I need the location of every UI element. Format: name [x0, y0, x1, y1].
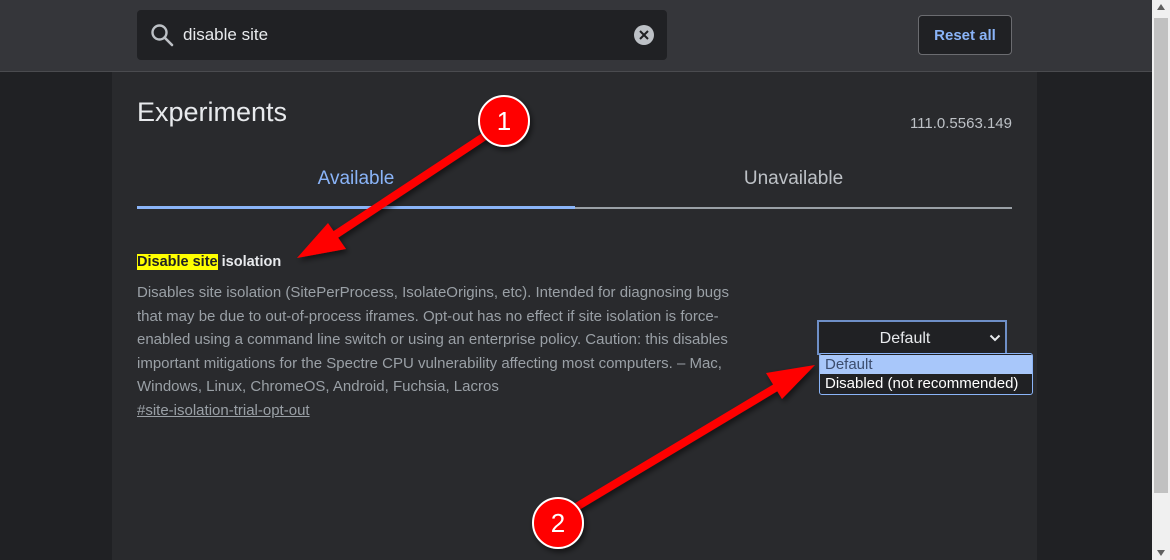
select-options-list: Default Disabled (not recommended): [819, 353, 1033, 395]
search-match-highlight: Disable site: [137, 254, 218, 270]
tab-divider: [575, 207, 1012, 209]
search-icon: [151, 24, 174, 47]
scroll-up-icon[interactable]: [1156, 3, 1166, 11]
tab-available[interactable]: Available: [137, 168, 575, 208]
page-title: Experiments: [137, 97, 288, 127]
scrollbar[interactable]: [1152, 0, 1170, 560]
experiment-name-rest: isolation: [217, 254, 282, 270]
experiment-permalink[interactable]: #site-isolation-trial-opt-out: [137, 402, 310, 419]
experiment-name: Disable site isolation: [137, 254, 281, 270]
scroll-down-icon[interactable]: [1156, 549, 1166, 557]
version-label: 111.0.5563.149: [909, 115, 1012, 132]
experiment-state-select[interactable]: Default: [817, 320, 1007, 355]
description-line: enabled using a command line switch or u…: [137, 331, 728, 348]
tab-unavailable[interactable]: Unavailable: [575, 168, 1012, 208]
experiment-description: Disables site isolation (SitePerProcess,…: [137, 281, 787, 399]
description-line: that may be due to out-of-process iframe…: [137, 307, 719, 325]
option-default[interactable]: Default: [820, 355, 1032, 374]
scrollbar-thumb[interactable]: [1154, 18, 1168, 493]
option-disabled-not-recommended[interactable]: Disabled (not recommended): [820, 374, 1032, 393]
reset-all-button[interactable]: Reset all: [918, 15, 1012, 55]
clear-search-icon[interactable]: [633, 24, 655, 46]
description-line: Disables site isolation (SitePerProcess,…: [137, 284, 729, 301]
selected-value: Default: [879, 330, 931, 347]
search-box[interactable]: [137, 10, 667, 60]
description-line: important mitigations for the Spectre CP…: [137, 354, 722, 372]
active-tab-indicator: [137, 206, 575, 209]
description-line: Windows, Linux, ChromeOS, Android, Fuchs…: [137, 378, 499, 395]
chevron-down-icon: [989, 334, 1001, 342]
search-input[interactable]: [183, 22, 623, 48]
header-bar: Reset all: [0, 0, 1152, 72]
